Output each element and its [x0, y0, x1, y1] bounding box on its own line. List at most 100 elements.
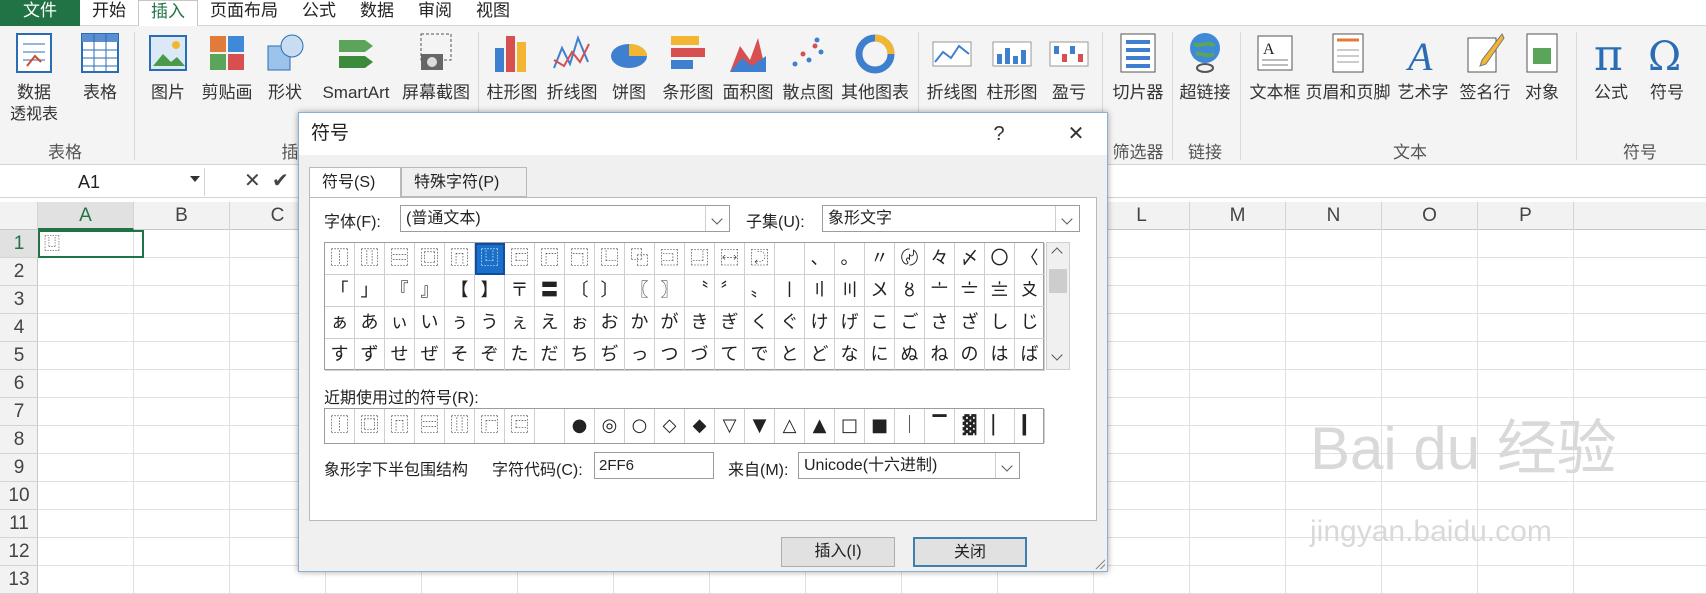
sparkline-winloss-button[interactable]: 盈亏 — [1044, 30, 1094, 104]
scroll-thumb[interactable] — [1049, 269, 1067, 293]
symbol-cell[interactable]: 〓 — [535, 275, 565, 307]
symbol-cell[interactable]: く — [745, 307, 775, 339]
recent-symbol-cell[interactable]: ▽ — [715, 409, 745, 443]
symbol-cell[interactable]: ぜ — [415, 339, 445, 371]
column-header[interactable]: M — [1190, 202, 1286, 230]
symbol-cell[interactable]: ぉ — [565, 307, 595, 339]
help-button[interactable]: ? — [979, 113, 1019, 155]
symbol-cell[interactable]: こ — [865, 307, 895, 339]
symbol-cell[interactable]: ぅ — [445, 307, 475, 339]
scroll-up-icon[interactable] — [1051, 247, 1063, 259]
textbox-button[interactable]: A 文本框 — [1244, 30, 1306, 104]
equation-button[interactable]: π 公式 — [1586, 30, 1636, 104]
symbol-cell[interactable]: 〞 — [715, 275, 745, 307]
symbol-cell[interactable]: 〖 — [625, 275, 655, 307]
symbol-cell[interactable]: 」 — [355, 275, 385, 307]
chevron-down-icon[interactable] — [190, 176, 200, 182]
smartart-button[interactable]: SmartArt — [314, 30, 398, 104]
symbol-cell[interactable]: ⿰ — [325, 243, 355, 275]
tab-view[interactable]: 视图 — [464, 0, 522, 26]
symbol-cell[interactable]: 〔 — [565, 275, 595, 307]
tab-file[interactable]: 文件 — [0, 0, 80, 26]
column-header[interactable]: A — [38, 202, 134, 230]
enter-icon[interactable]: ✔ — [272, 168, 289, 193]
symbol-cell[interactable]: 〄 — [895, 243, 925, 275]
symbol-cell[interactable]: ⿿ — [745, 243, 775, 275]
from-select[interactable]: Unicode(十六进制) — [798, 452, 1020, 479]
tab-review[interactable]: 审阅 — [406, 0, 464, 26]
symbol-cell[interactable] — [775, 243, 805, 275]
symbol-cell[interactable]: ⿵ — [445, 243, 475, 275]
row-header[interactable]: 2 — [0, 258, 38, 286]
symbol-cell[interactable]: 〣 — [835, 275, 865, 307]
signature-button[interactable]: 签名行 — [1454, 30, 1516, 104]
symbol-cell[interactable]: ぢ — [595, 339, 625, 371]
tab-home[interactable]: 开始 — [80, 0, 138, 26]
recent-symbol-cell[interactable]: ▓ — [955, 409, 985, 443]
symbol-cell[interactable]: ど — [805, 339, 835, 371]
symbol-cell[interactable]: 〈 — [1015, 243, 1045, 275]
symbol-cell[interactable]: 〕 — [595, 275, 625, 307]
font-select[interactable]: (普通文本) — [400, 205, 730, 232]
recent-symbol-cell[interactable]: ⿸ — [475, 409, 505, 443]
symbol-cell[interactable]: 〗 — [655, 275, 685, 307]
chevron-down-icon[interactable] — [1055, 206, 1079, 231]
symbol-cell[interactable]: ⿻ — [625, 243, 655, 275]
symbol-cell[interactable]: う — [475, 307, 505, 339]
column-header[interactable]: N — [1286, 202, 1382, 230]
symbol-cell[interactable]: っ — [625, 339, 655, 371]
resize-grip-icon[interactable] — [1093, 557, 1105, 569]
symbol-cell[interactable]: づ — [685, 339, 715, 371]
symbol-cell[interactable]: ば — [1015, 339, 1045, 371]
recent-symbol-cell[interactable]: ⿵ — [385, 409, 415, 443]
symbol-cell[interactable]: な — [835, 339, 865, 371]
symbol-cell[interactable]: 】 — [475, 275, 505, 307]
symbol-cell[interactable]: ち — [565, 339, 595, 371]
symbol-cell[interactable]: 〡 — [775, 275, 805, 307]
wordart-button[interactable]: A 艺术字 — [1392, 30, 1454, 104]
recent-symbol-cell[interactable]: ⿲ — [445, 409, 475, 443]
symbol-cell[interactable]: す — [325, 339, 355, 371]
sparkline-line-button[interactable]: 折线图 — [922, 30, 982, 104]
tab-page-layout[interactable]: 页面布局 — [198, 0, 290, 26]
symbol-cell[interactable]: そ — [445, 339, 475, 371]
symbol-cell[interactable]: え — [535, 307, 565, 339]
symbol-cell[interactable]: さ — [925, 307, 955, 339]
row-header[interactable]: 3 — [0, 286, 38, 314]
tab-data[interactable]: 数据 — [348, 0, 406, 26]
recent-symbol-cell[interactable]: ▼ — [745, 409, 775, 443]
symbol-cell[interactable]: ざ — [955, 307, 985, 339]
symbol-cell[interactable]: ぇ — [505, 307, 535, 339]
row-header[interactable]: 13 — [0, 566, 38, 594]
symbol-cell[interactable]: ぬ — [895, 339, 925, 371]
other-charts-button[interactable]: 其他图表 — [838, 30, 912, 104]
symbol-cell[interactable]: 〆 — [955, 243, 985, 275]
symbol-cell[interactable]: 〒 — [505, 275, 535, 307]
sparkline-column-button[interactable]: 柱形图 — [982, 30, 1042, 104]
symbol-cell[interactable]: あ — [355, 307, 385, 339]
symbol-cell[interactable]: ⿹ — [565, 243, 595, 275]
pie-chart-button[interactable]: 饼图 — [604, 30, 654, 104]
row-header[interactable]: 4 — [0, 314, 38, 342]
symbol-cell[interactable]: の — [955, 339, 985, 371]
row-header[interactable]: 8 — [0, 426, 38, 454]
symbol-cell[interactable]: は — [985, 339, 1015, 371]
symbol-cell[interactable]: に — [865, 339, 895, 371]
character-code-input[interactable]: 2FF6 — [594, 452, 714, 479]
subset-select[interactable]: 象形文字 — [822, 205, 1080, 232]
symbol-cell[interactable]: ⿲ — [355, 243, 385, 275]
symbol-cell[interactable]: け — [805, 307, 835, 339]
tab-symbols[interactable]: 符号(S) — [309, 167, 401, 198]
recent-symbol-cell[interactable]: ▔ — [925, 409, 955, 443]
symbol-cell[interactable]: 〩 — [1015, 275, 1045, 307]
row-header[interactable]: 10 — [0, 482, 38, 510]
scroll-down-icon[interactable] — [1051, 349, 1063, 361]
header-footer-button[interactable]: 页眉和页脚 — [1304, 30, 1392, 104]
scatter-chart-button[interactable]: 散点图 — [778, 30, 838, 104]
shapes-button[interactable]: 形状 — [262, 30, 308, 104]
symbol-cell[interactable]: ⿺ — [595, 243, 625, 275]
clipart-button[interactable]: 剪贴画 — [196, 30, 258, 104]
area-chart-button[interactable]: 面积图 — [718, 30, 778, 104]
symbol-cell[interactable]: 〨 — [985, 275, 1015, 307]
table-button[interactable]: 表格 — [72, 30, 128, 104]
